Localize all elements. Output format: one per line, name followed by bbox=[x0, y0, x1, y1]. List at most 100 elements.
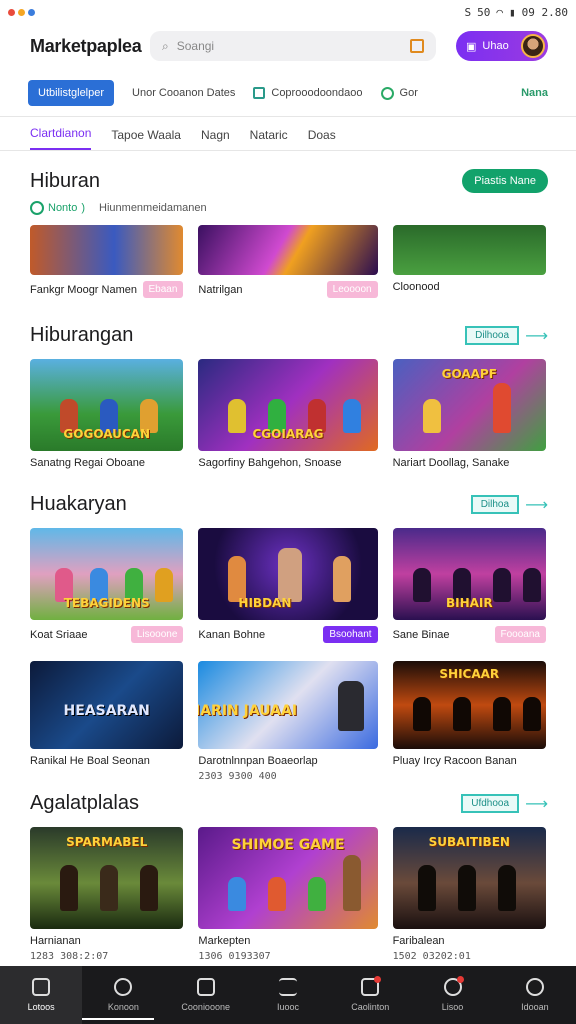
card-title: Markepten bbox=[198, 935, 251, 947]
tab-1[interactable]: Tapoe Waala bbox=[111, 128, 181, 150]
page-header: Hiburan Piastis Nane bbox=[0, 169, 576, 193]
section-title: Agalatplalas bbox=[30, 792, 139, 814]
nav-label: Lisoo bbox=[441, 1002, 464, 1012]
game-thumbnail: GOAAPF bbox=[392, 359, 546, 451]
see-all-link[interactable]: Dilhoa ⟶ bbox=[470, 495, 548, 515]
card-subtext: 2303 9300 400 bbox=[198, 771, 277, 782]
nav-item-library[interactable]: Caolinton bbox=[329, 966, 411, 1024]
card-row-2: TEBAGIDENS Koat Sriaae Lisooone HIBDAN Ka… bbox=[0, 528, 576, 643]
card-title: Pluay Ircy Racoon Banan bbox=[392, 755, 517, 767]
nav-item-profile[interactable]: Idooan bbox=[494, 966, 576, 1024]
card-tag[interactable]: Leoooon bbox=[326, 281, 378, 298]
search-icon bbox=[114, 978, 133, 996]
game-thumbnail bbox=[30, 225, 184, 275]
see-all-label: Ufdhooa bbox=[461, 794, 520, 813]
game-card[interactable]: Cloonood bbox=[392, 225, 546, 298]
profile-label: Uhao bbox=[482, 40, 509, 52]
tab-0[interactable]: Clartdianon bbox=[30, 126, 92, 150]
game-card[interactable]: GOGOAUCAN Sanatng Regai Oboane bbox=[30, 359, 184, 469]
section-header: Huakaryan Dilhoa ⟶ bbox=[0, 493, 576, 516]
card-title: Faribalean bbox=[392, 935, 445, 947]
nav-item-store[interactable]: Cooniooone bbox=[165, 966, 247, 1024]
game-thumbnail bbox=[198, 225, 378, 275]
game-thumbnail: TEBAGIDENS bbox=[30, 528, 184, 620]
arrow-right-icon: ⟶ bbox=[525, 496, 548, 514]
game-card[interactable]: HIBDAN Kanan Bohne Bsoohant bbox=[198, 528, 378, 643]
tab-4[interactable]: Doas bbox=[308, 128, 336, 150]
game-card[interactable]: SPARMABEL Harnianan 1283 308:2:07 bbox=[30, 827, 184, 962]
game-thumbnail: SPARMABEL bbox=[30, 827, 184, 929]
see-all-label: Dilhoa bbox=[470, 495, 520, 514]
game-thumbnail: SHICAAR bbox=[392, 661, 546, 749]
profile-button[interactable]: ▣ Uhao bbox=[456, 31, 548, 61]
see-all-link[interactable]: Ufdhooa ⟶ bbox=[461, 794, 548, 814]
chevron-right-icon: ) bbox=[81, 202, 86, 214]
game-card[interactable]: SUBAITIBEN Faribalean 1502 03202:01 bbox=[392, 827, 546, 962]
header-subline: Nonto ) Hiunmenmeidamanen bbox=[0, 201, 576, 215]
game-card[interactable]: BIHAIR Sane Binae Foooana bbox=[392, 528, 546, 643]
card-tag[interactable]: Lisooone bbox=[130, 626, 184, 643]
card-title: Darotnlnnpan Boaeorlap bbox=[198, 755, 318, 767]
game-thumbnail: CGOIARAG bbox=[198, 359, 378, 451]
filter-item-go[interactable]: Gor bbox=[380, 86, 418, 100]
card-title: Sagorfiny Bahgehon, Snoase bbox=[198, 457, 342, 469]
game-card[interactable]: SHIMOE GAME Markepten 1306 0193307 bbox=[198, 827, 378, 962]
game-thumbnail: SHIMOE GAME bbox=[198, 827, 378, 929]
card-tag[interactable]: Ebaan bbox=[142, 281, 184, 298]
game-thumbnail: HEASARAN bbox=[30, 661, 184, 749]
filter-primary-button[interactable]: Utbilistglelper bbox=[28, 80, 115, 106]
header-action-button[interactable]: Piastis Nane bbox=[462, 169, 548, 193]
search-input[interactable]: ⌕ Soangi bbox=[150, 31, 436, 61]
game-card[interactable]: SHICAAR Pluay Ircy Racoon Banan bbox=[392, 661, 546, 782]
game-logo: GOGOAUCAN bbox=[63, 427, 150, 441]
section-title: Hiburangan bbox=[30, 324, 134, 346]
game-card[interactable]: Natrilgan Leoooon bbox=[198, 225, 378, 298]
game-logo: HIBDAN bbox=[238, 596, 292, 610]
game-logo: SHIMOE GAME bbox=[231, 837, 345, 853]
filter-item-dates[interactable]: Unor Cooanon Dates bbox=[132, 87, 235, 99]
clock-icon bbox=[443, 976, 464, 996]
nav-item-activity[interactable]: Lisoo bbox=[411, 966, 493, 1024]
game-card[interactable]: TEBAGIDENS Koat Sriaae Lisooone bbox=[30, 528, 184, 643]
game-thumbnail: JIARIN JAUAAI bbox=[198, 661, 378, 749]
game-logo: SHICAAR bbox=[439, 667, 500, 681]
calendar-icon[interactable] bbox=[410, 39, 424, 53]
tab-3[interactable]: Nataric bbox=[250, 128, 288, 150]
card-tag[interactable]: Foooana bbox=[494, 626, 546, 643]
game-thumbnail: GOGOAUCAN bbox=[30, 359, 184, 451]
avatar[interactable] bbox=[521, 34, 545, 58]
game-logo: CGOIARAG bbox=[252, 427, 324, 441]
card-title: Nariart Doollag, Sanake bbox=[392, 457, 510, 469]
arrow-right-icon: ⟶ bbox=[525, 327, 548, 345]
status-50: 50 bbox=[477, 5, 491, 19]
see-all-link[interactable]: Dilhooa ⟶ bbox=[465, 326, 548, 346]
nav-item-search[interactable]: Konoon bbox=[82, 966, 164, 1024]
back-label: Nonto bbox=[48, 202, 78, 214]
page-title: Hiburan bbox=[30, 169, 101, 192]
header-subtext: Hiunmenmeidamanen bbox=[99, 202, 207, 214]
game-thumbnail: BIHAIR bbox=[392, 528, 546, 620]
game-card[interactable]: HEASARAN Ranikal He Boal Seonan bbox=[30, 661, 184, 782]
game-card[interactable]: Fankgr Moogr Namen Ebaan bbox=[30, 225, 184, 298]
status-bar: S 50 ◠ ▮ 09 2.80 bbox=[0, 0, 576, 24]
library-icon bbox=[361, 976, 382, 996]
card-tag[interactable]: Bsoohant bbox=[323, 626, 378, 643]
tab-2[interactable]: Nagn bbox=[201, 128, 230, 150]
card-title: Harnianan bbox=[30, 935, 81, 947]
game-card[interactable]: GOAAPF Nariart Doollag, Sanake bbox=[392, 359, 546, 469]
nav-item-menu[interactable]: Iuooc bbox=[247, 966, 329, 1024]
filter-right-link[interactable]: Nana bbox=[521, 87, 548, 99]
filter-label: Coprooodoondaoo bbox=[271, 87, 363, 99]
game-card[interactable]: JIARIN JAUAAI Darotnlnnpan Boaeorlap 230… bbox=[198, 661, 378, 782]
filter-item-category[interactable]: Coprooodoondaoo bbox=[253, 87, 363, 99]
tab-bar: Clartdianon Tapoe Waala Nagn Nataric Doa… bbox=[0, 117, 576, 151]
back-link[interactable]: Nonto ) bbox=[30, 201, 85, 215]
arrow-right-icon: ⟶ bbox=[525, 795, 548, 813]
game-logo: GOAAPF bbox=[441, 367, 497, 381]
menu-icon bbox=[278, 978, 297, 996]
game-card[interactable]: CGOIARAG Sagorfiny Bahgehon, Snoase bbox=[198, 359, 378, 469]
home-icon bbox=[32, 978, 51, 996]
section-header: Agalatplalas Ufdhooa ⟶ bbox=[0, 792, 576, 815]
nav-item-home[interactable]: Lotoos bbox=[0, 966, 83, 1024]
card-subtext: 1283 308:2:07 bbox=[30, 951, 109, 962]
